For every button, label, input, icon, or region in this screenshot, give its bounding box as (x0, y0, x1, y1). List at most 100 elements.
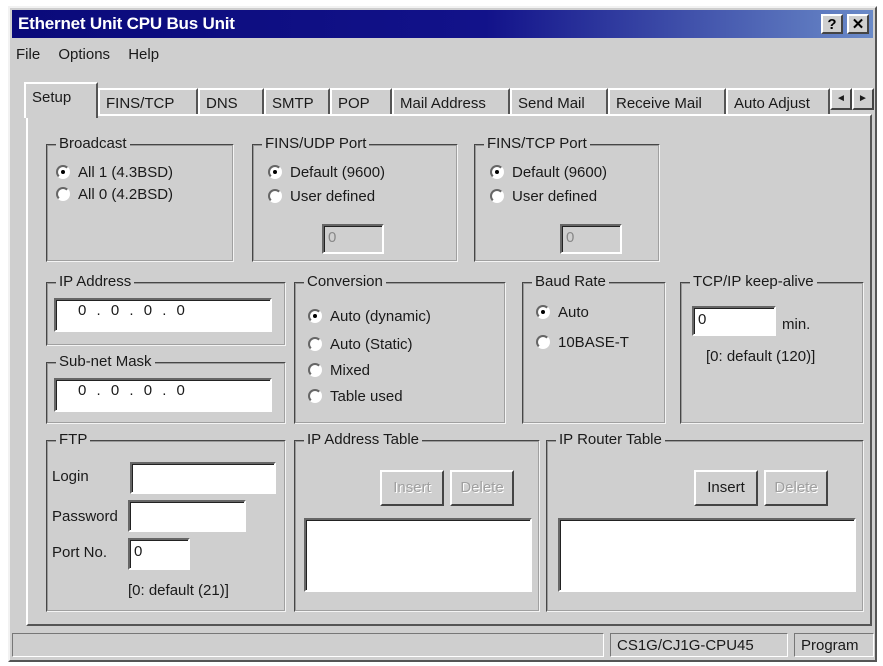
radio-unselected-icon (490, 189, 504, 203)
broadcast-all0-label: All 0 (4.2BSD) (78, 186, 174, 203)
title-bar[interactable]: Ethernet Unit CPU Bus Unit ? ✕ (12, 10, 873, 38)
ip-address-table-delete-button[interactable]: Delete (450, 470, 514, 506)
tab-smtp[interactable]: SMTP (264, 88, 330, 116)
broadcast-title: Broadcast (56, 135, 130, 152)
setup-panel: Broadcast All 1 (4.3BSD) All 0 (4.2BSD) … (26, 114, 872, 626)
ethernet-unit-window: Ethernet Unit CPU Bus Unit ? ✕ File Opti… (8, 6, 877, 662)
fins-tcp-user-defined-radio[interactable]: User defined (490, 188, 597, 205)
menu-options[interactable]: Options (58, 46, 110, 63)
keep-alive-input[interactable]: 0 (692, 306, 776, 336)
status-plc-mode: Program (794, 633, 874, 657)
tab-strip: Setup FINS/TCP DNS SMTP POP Mail Address… (24, 82, 874, 118)
radio-selected-icon (490, 165, 504, 179)
ftp-login-label: Login (52, 468, 89, 485)
tab-dns[interactable]: DNS (198, 88, 264, 116)
ip-router-table-insert-button[interactable]: Insert (694, 470, 758, 506)
ip-address-table-insert-button[interactable]: Insert (380, 470, 444, 506)
subnet-mask-title: Sub-net Mask (56, 353, 155, 370)
ip-address-table-list[interactable] (304, 518, 532, 592)
baud-rate-auto-radio[interactable]: Auto (536, 304, 589, 321)
radio-unselected-icon (268, 189, 282, 203)
status-plc-model: CS1G/CJ1G-CPU45 (610, 633, 788, 657)
fins-tcp-port-input[interactable]: 0 (560, 224, 622, 254)
broadcast-all1-radio[interactable]: All 1 (4.3BSD) (56, 164, 173, 181)
radio-selected-icon (308, 309, 322, 323)
ip-router-table-list[interactable] (558, 518, 856, 592)
keep-alive-group: TCP/IP keep-alive 0 min. [0: default (12… (680, 273, 864, 424)
ftp-port-label: Port No. (52, 544, 108, 561)
ip-router-table-group: IP Router Table Insert Delete (546, 431, 864, 612)
tab-mail-address[interactable]: Mail Address (392, 88, 510, 116)
ftp-port-hint: [0: default (21)] (128, 582, 229, 599)
conversion-title: Conversion (304, 273, 386, 290)
menu-bar: File Options Help (16, 46, 173, 68)
tab-receive-mail[interactable]: Receive Mail (608, 88, 726, 116)
fins-udp-default-label: Default (9600) (290, 164, 386, 181)
ftp-group: FTP Login Password Port No. 0 [0: defaul… (46, 431, 286, 612)
baud-rate-auto-label: Auto (558, 304, 589, 321)
help-icon[interactable]: ? (821, 14, 843, 34)
baud-rate-title: Baud Rate (532, 273, 609, 290)
conversion-auto-dynamic-radio[interactable]: Auto (dynamic) (308, 308, 431, 325)
baud-rate-10base-t-label: 10BASE-T (558, 334, 629, 351)
subnet-mask-group: Sub-net Mask 0 . 0 . 0 . 0 (46, 353, 286, 424)
baud-rate-10base-t-radio[interactable]: 10BASE-T (536, 334, 629, 351)
fins-tcp-port-title: FINS/TCP Port (484, 135, 590, 152)
fins-tcp-default-radio[interactable]: Default (9600) (490, 164, 607, 181)
keep-alive-unit: min. (782, 316, 811, 333)
ftp-port-input[interactable]: 0 (128, 538, 190, 570)
ip-address-table-title: IP Address Table (304, 431, 423, 448)
fins-tcp-default-label: Default (9600) (512, 164, 608, 181)
ip-router-table-delete-button[interactable]: Delete (764, 470, 828, 506)
ip-router-table-title: IP Router Table (556, 431, 665, 448)
tab-send-mail[interactable]: Send Mail (510, 88, 608, 116)
ftp-password-input[interactable] (128, 500, 246, 532)
keep-alive-hint: [0: default (120)] (706, 348, 816, 365)
ip-address-table-group: IP Address Table Insert Delete (294, 431, 540, 612)
status-message (12, 633, 604, 657)
conversion-mixed-label: Mixed (330, 362, 371, 379)
radio-selected-icon (56, 165, 70, 179)
tab-pop[interactable]: POP (330, 88, 392, 116)
fins-tcp-user-defined-label: User defined (512, 188, 598, 205)
tab-fins-tcp[interactable]: FINS/TCP (98, 88, 198, 116)
status-bar: CS1G/CJ1G-CPU45 Program (12, 630, 874, 658)
radio-unselected-icon (308, 389, 322, 403)
radio-unselected-icon (536, 335, 550, 349)
radio-selected-icon (268, 165, 282, 179)
conversion-auto-static-label: Auto (Static) (330, 336, 413, 353)
tab-auto-adjust[interactable]: Auto Adjust (726, 88, 830, 116)
baud-rate-group: Baud Rate Auto 10BASE-T (522, 273, 666, 424)
conversion-group: Conversion Auto (dynamic) Auto (Static) … (294, 273, 506, 424)
fins-udp-port-group: FINS/UDP Port Default (9600) User define… (252, 135, 458, 262)
conversion-mixed-radio[interactable]: Mixed (308, 362, 370, 379)
keep-alive-title: TCP/IP keep-alive (690, 273, 817, 290)
tab-scroll-left-icon[interactable]: ◄ (830, 88, 852, 110)
broadcast-all0-radio[interactable]: All 0 (4.2BSD) (56, 186, 173, 203)
subnet-mask-input[interactable]: 0 . 0 . 0 . 0 (54, 378, 272, 412)
window-title: Ethernet Unit CPU Bus Unit (18, 14, 235, 33)
radio-unselected-icon (308, 363, 322, 377)
conversion-table-used-label: Table used (330, 388, 403, 405)
conversion-auto-dynamic-label: Auto (dynamic) (330, 308, 431, 325)
fins-udp-default-radio[interactable]: Default (9600) (268, 164, 385, 181)
fins-udp-port-input[interactable]: 0 (322, 224, 384, 254)
conversion-auto-static-radio[interactable]: Auto (Static) (308, 336, 413, 353)
fins-udp-user-defined-label: User defined (290, 188, 376, 205)
fins-udp-user-defined-radio[interactable]: User defined (268, 188, 375, 205)
ftp-title: FTP (56, 431, 91, 448)
ip-address-input[interactable]: 0 . 0 . 0 . 0 (54, 298, 272, 332)
ip-address-group: IP Address 0 . 0 . 0 . 0 (46, 273, 286, 346)
close-icon[interactable]: ✕ (847, 14, 869, 34)
broadcast-all1-label: All 1 (4.3BSD) (78, 164, 174, 181)
conversion-table-used-radio[interactable]: Table used (308, 388, 403, 405)
radio-selected-icon (536, 305, 550, 319)
menu-file[interactable]: File (16, 46, 40, 63)
ftp-password-label: Password (52, 508, 118, 525)
tab-scroll-right-icon[interactable]: ► (852, 88, 874, 110)
tab-setup[interactable]: Setup (24, 82, 98, 118)
ftp-login-input[interactable] (130, 462, 276, 494)
radio-unselected-icon (56, 187, 70, 201)
fins-tcp-port-group: FINS/TCP Port Default (9600) User define… (474, 135, 660, 262)
menu-help[interactable]: Help (128, 46, 159, 63)
